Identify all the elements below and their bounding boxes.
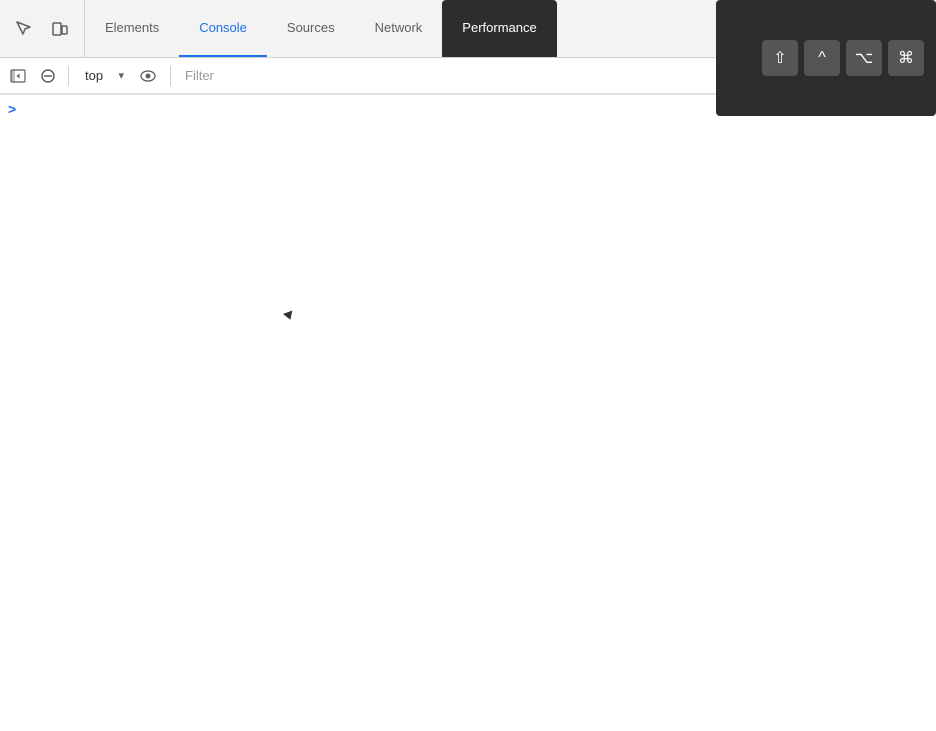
tab-elements[interactable]: Elements (85, 0, 179, 57)
context-select-wrapper: top ▾ (79, 63, 128, 89)
console-chevron-icon: > (8, 101, 16, 117)
devtools-icons (0, 0, 85, 57)
toolbar-separator-2 (170, 66, 171, 86)
tab-bar: Elements Console Sources Network Perform… (0, 0, 936, 58)
tab-performance[interactable]: Performance (442, 0, 556, 57)
clear-console-button[interactable] (34, 62, 62, 90)
alt-key-badge: ⌥ (846, 40, 882, 76)
show-console-sidebar-button[interactable] (4, 62, 32, 90)
tab-console[interactable]: Console (179, 0, 267, 57)
select-element-button[interactable] (8, 13, 40, 45)
context-select[interactable]: top (79, 63, 128, 89)
tab-network[interactable]: Network (355, 0, 443, 57)
toolbar-separator-1 (68, 66, 69, 86)
shortcut-overlay: ⇧ ^ ⌥ ⌘ (716, 0, 936, 116)
live-expressions-button[interactable] (134, 62, 162, 90)
up-key-badge: ^ (804, 40, 840, 76)
shift-key-badge: ⇧ (762, 40, 798, 76)
console-area[interactable]: > (0, 94, 936, 731)
tab-sources[interactable]: Sources (267, 0, 355, 57)
shortcut-keys-container: ⇧ ^ ⌥ ⌘ (762, 40, 928, 76)
device-toolbar-button[interactable] (44, 13, 76, 45)
cmd-key-badge: ⌘ (888, 40, 924, 76)
